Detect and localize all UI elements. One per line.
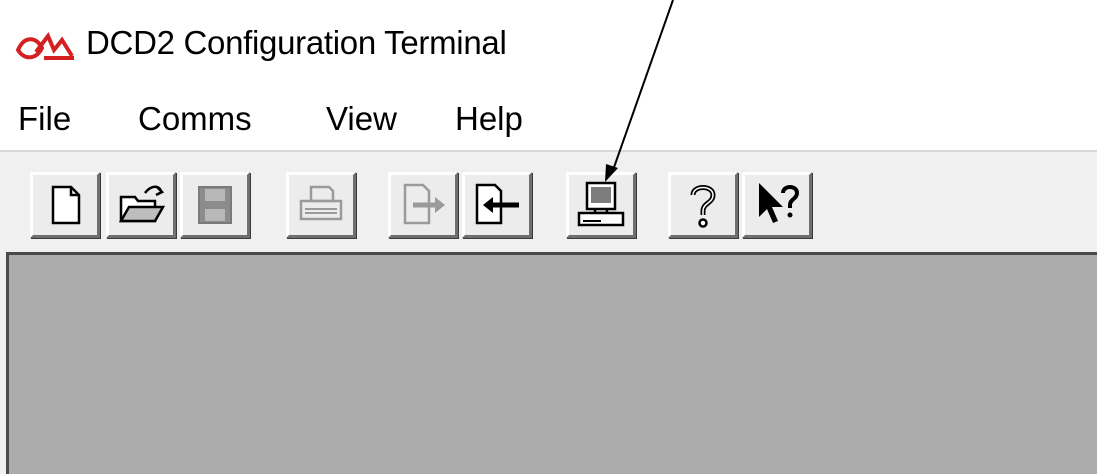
new-button[interactable] [30, 172, 100, 238]
save-button[interactable] [180, 172, 250, 238]
context-help-button[interactable] [742, 172, 812, 238]
terminal-computer-icon [577, 181, 625, 227]
menu-file[interactable]: File [18, 100, 71, 138]
export-arrow-icon [403, 183, 445, 225]
new-document-icon [51, 185, 81, 225]
menu-bar: File Comms View Help [0, 88, 1097, 148]
save-disk-icon [198, 186, 232, 224]
help-question-icon [690, 185, 716, 228]
help-button[interactable] [668, 172, 738, 238]
context-help-pointer-icon [759, 183, 800, 223]
import-button[interactable] [462, 172, 532, 238]
open-button[interactable] [106, 172, 176, 238]
menu-comms[interactable]: Comms [138, 100, 252, 138]
print-icon [299, 185, 343, 221]
mdi-client-area[interactable] [6, 252, 1097, 474]
title-bar[interactable]: DCD2 Configuration Terminal [0, 0, 1097, 88]
window-title: DCD2 Configuration Terminal [86, 24, 507, 61]
dcd2-app-icon [15, 32, 74, 60]
import-arrow-icon [475, 183, 519, 225]
toolbar [0, 152, 1097, 252]
menu-help[interactable]: Help [455, 100, 523, 138]
export-button[interactable] [388, 172, 458, 238]
terminal-button[interactable] [566, 172, 636, 238]
open-folder-icon [118, 185, 166, 223]
print-button[interactable] [286, 172, 356, 238]
menu-view[interactable]: View [326, 100, 397, 138]
